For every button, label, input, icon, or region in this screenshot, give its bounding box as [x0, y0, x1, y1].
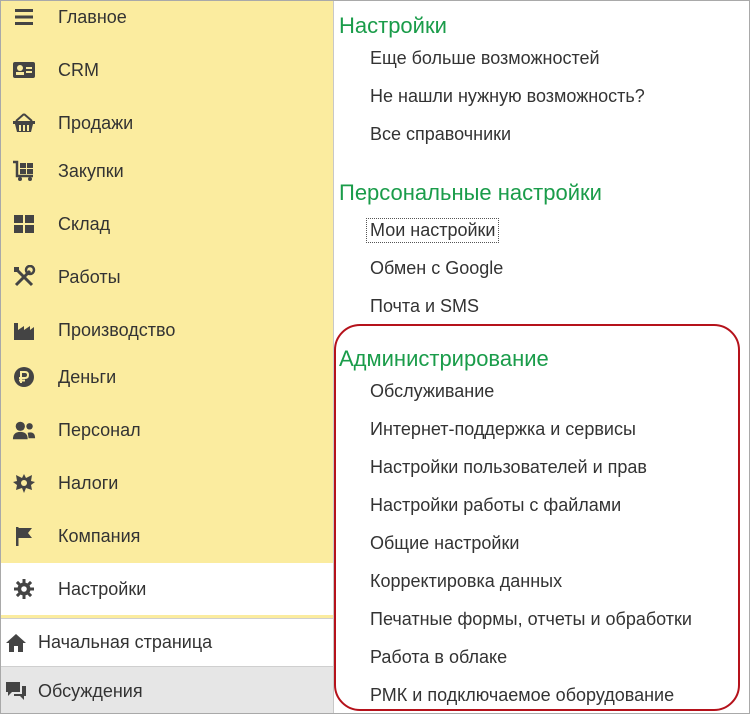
link-my-settings[interactable]: Мои настройки — [365, 218, 500, 243]
sidebar: Главное CRM Продажи Закупки Склад Работы… — [1, 1, 334, 713]
sidebar-item-money[interactable]: Деньги — [1, 351, 333, 403]
section-title-personal: Персональные настройки — [339, 180, 602, 205]
sidebar-item-label: Налоги — [58, 472, 119, 493]
basket-icon — [12, 111, 36, 135]
tools-icon — [12, 265, 36, 289]
settings-panel: Настройки Еще больше возможностей Не наш… — [334, 1, 749, 713]
link-pos-equipment[interactable]: РМК и подключаемое оборудование — [370, 685, 674, 706]
sidebar-item-label: Деньги — [58, 366, 117, 387]
sidebar-item-main[interactable]: Главное — [1, 1, 333, 43]
gear-icon — [12, 577, 36, 601]
sidebar-item-label: Продажи — [58, 112, 134, 133]
link-feature-not-found[interactable]: Не нашли нужную возможность? — [370, 86, 645, 107]
people-icon — [12, 418, 36, 442]
link-data-correction[interactable]: Корректировка данных — [370, 571, 562, 592]
sidebar-item-warehouse[interactable]: Склад — [1, 198, 333, 250]
link-cloud-work[interactable]: Работа в облаке — [370, 647, 507, 668]
sidebar-item-purchases[interactable]: Закупки — [1, 145, 333, 197]
discussions-link[interactable]: Обсуждения — [1, 666, 333, 713]
home-page-label: Начальная страница — [38, 632, 213, 652]
contact-card-icon — [12, 58, 36, 82]
section-title-settings: Настройки — [339, 13, 447, 38]
link-maintenance[interactable]: Обслуживание — [370, 381, 494, 402]
link-mail-sms[interactable]: Почта и SMS — [370, 296, 479, 317]
cart-icon — [12, 159, 36, 183]
link-more-features[interactable]: Еще больше возможностей — [370, 48, 600, 69]
sidebar-item-label: Склад — [58, 213, 111, 234]
sidebar-item-label: CRM — [58, 59, 99, 80]
emblem-icon — [12, 471, 36, 495]
link-users-rights[interactable]: Настройки пользователей и прав — [370, 457, 647, 478]
sidebar-item-taxes[interactable]: Налоги — [1, 457, 333, 509]
discussions-label: Обсуждения — [38, 680, 143, 701]
link-file-settings[interactable]: Настройки работы с файлами — [370, 495, 621, 516]
link-all-catalogs[interactable]: Все справочники — [370, 124, 511, 145]
flag-icon — [12, 524, 36, 548]
sidebar-item-personnel[interactable]: Персонал — [1, 404, 333, 456]
sidebar-item-label: Персонал — [58, 419, 141, 440]
sidebar-item-label: Закупки — [58, 160, 124, 181]
link-print-forms[interactable]: Печатные формы, отчеты и обработки — [370, 609, 692, 630]
sidebar-item-company[interactable]: Компания — [1, 510, 333, 562]
sidebar-item-label: Настройки — [58, 578, 147, 599]
home-page-link[interactable]: Начальная страница — [1, 618, 333, 666]
sidebar-item-label: Производство — [58, 319, 176, 340]
menu-icon — [12, 5, 36, 29]
sidebar-item-label: Главное — [58, 6, 127, 27]
home-icon — [4, 631, 28, 655]
app-window: Главное CRM Продажи Закупки Склад Работы… — [0, 0, 750, 714]
link-general-settings[interactable]: Общие настройки — [370, 533, 519, 554]
sidebar-item-production[interactable]: Производство — [1, 304, 333, 356]
sidebar-item-sales[interactable]: Продажи — [1, 97, 333, 149]
link-google-exchange[interactable]: Обмен с Google — [370, 258, 503, 279]
sidebar-item-label: Работы — [58, 266, 121, 287]
section-title-admin: Администрирование — [339, 346, 549, 371]
link-internet-support[interactable]: Интернет-поддержка и сервисы — [370, 419, 636, 440]
chat-bubbles-icon — [4, 679, 28, 703]
sidebar-item-crm[interactable]: CRM — [1, 44, 333, 96]
warehouse-grid-icon — [12, 212, 36, 236]
sidebar-item-label: Компания — [58, 525, 141, 546]
ruble-icon — [12, 365, 36, 389]
factory-icon — [12, 318, 36, 342]
sidebar-item-settings[interactable]: Настройки — [1, 563, 333, 615]
sidebar-item-works[interactable]: Работы — [1, 251, 333, 303]
